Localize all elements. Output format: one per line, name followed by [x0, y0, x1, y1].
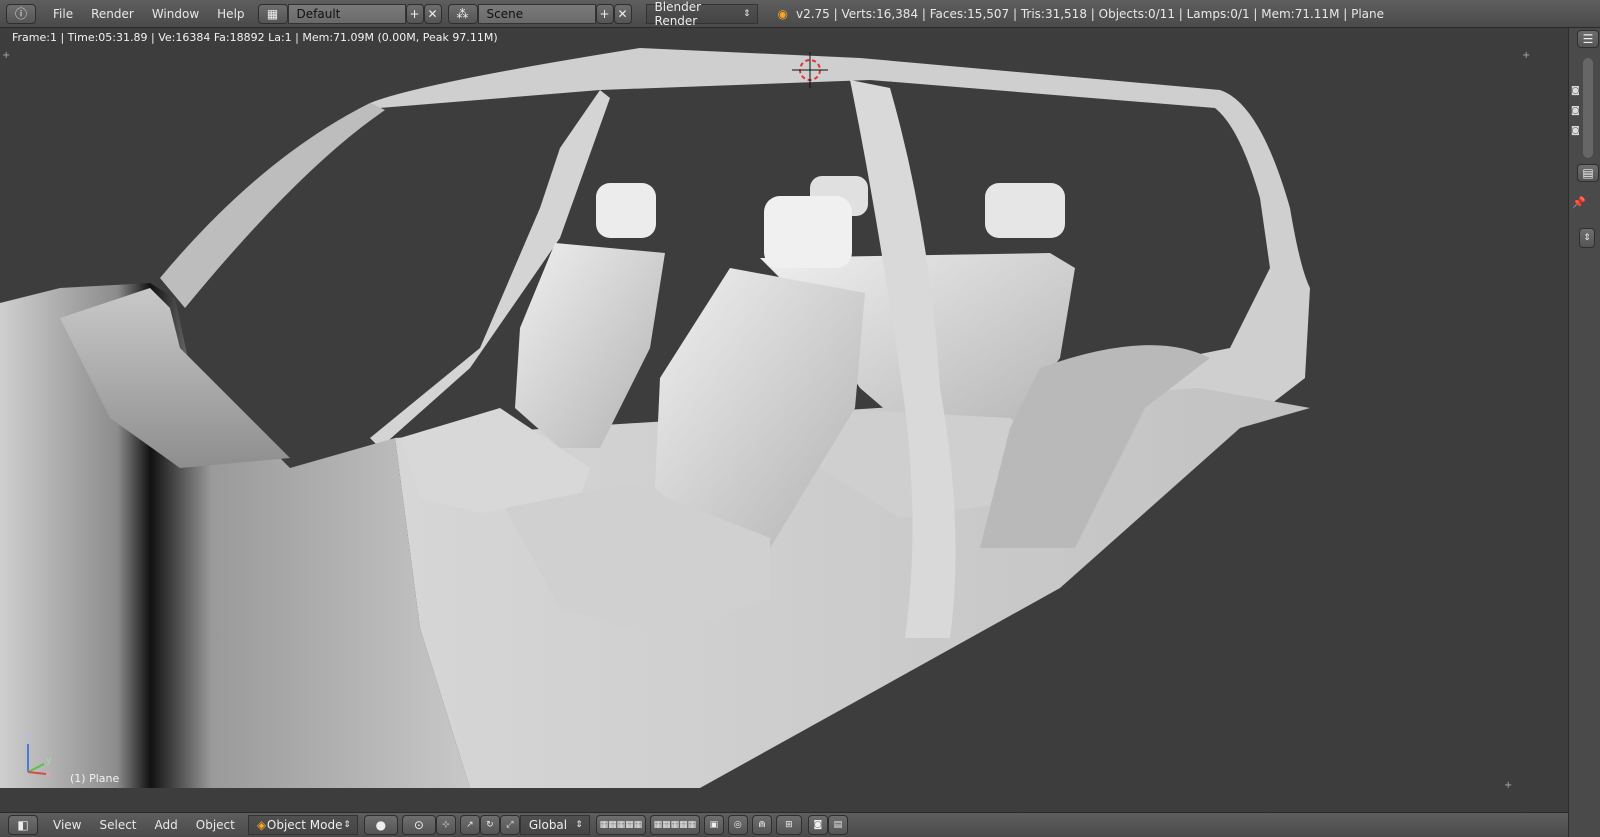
scene-icon: ⁂	[456, 6, 469, 21]
translate-icon: ↗	[466, 820, 474, 830]
interaction-mode-value: Object Mode	[266, 818, 343, 832]
transform-orientation-select[interactable]: Global ⇕	[519, 815, 590, 835]
car-interior-model	[0, 48, 1310, 788]
rotate-icon: ↻	[486, 820, 494, 830]
properties-icon: ▤	[1582, 166, 1594, 180]
close-icon: ✕	[427, 6, 438, 21]
properties-editor-button[interactable]: ▤	[1577, 164, 1599, 182]
proportional-edit-toggle[interactable]: ◎	[727, 815, 748, 835]
layers-icon: ▦▦▦▦▦	[653, 820, 697, 830]
menu-help[interactable]: Help	[208, 4, 253, 24]
chevron-updown-icon: ⇕	[575, 820, 583, 830]
layers-grid[interactable]: ▦▦▦▦▦	[595, 815, 646, 835]
scale-manipulator-button[interactable]: ⤢	[499, 815, 520, 835]
axis-y-label: y	[46, 756, 52, 766]
add-layout-button[interactable]: +	[405, 3, 424, 24]
active-object-label: (1) Plane	[70, 772, 120, 785]
add-scene-button[interactable]: +	[595, 3, 614, 24]
info-header: ⓘ File Render Window Help ▦ Default + ✕ …	[0, 0, 1600, 28]
layers-icon: ▦▦▦▦▦	[599, 820, 643, 830]
close-icon: ✕	[617, 6, 628, 21]
snap-element-icon: ⊞	[785, 820, 793, 830]
screen-layout-browse-button[interactable]: ▦	[257, 3, 288, 24]
lock-icon: ▣	[709, 820, 719, 830]
area-corner-plus-icon[interactable]: +	[1522, 50, 1530, 61]
menu-add[interactable]: Add	[146, 815, 187, 835]
object-mode-icon: ◈	[256, 818, 267, 832]
viewport-info-text: Frame:1 | Time:05:31.89 | Ve:16384 Fa:18…	[12, 31, 498, 44]
outliner-scrollbar[interactable]	[1583, 58, 1593, 158]
plus-icon: +	[409, 6, 420, 21]
transform-orientation-value: Global	[528, 818, 568, 832]
menu-window[interactable]: Window	[143, 4, 208, 24]
manipulator-icon: ⊹	[442, 820, 450, 830]
translate-manipulator-button[interactable]: ↗	[459, 815, 480, 835]
menu-object[interactable]: Object	[187, 815, 244, 835]
snap-toggle[interactable]: ⋒	[751, 815, 772, 835]
3d-viewport[interactable]: Frame:1 | Time:05:31.89 | Ve:16384 Fa:18…	[0, 28, 1568, 812]
3d-cursor-icon	[792, 52, 828, 88]
clapper-icon: ▤	[833, 820, 843, 830]
screen-layout-field[interactable]: Default	[287, 3, 406, 24]
solid-shading-icon: ●	[375, 818, 387, 832]
blender-logo-icon: ◉	[777, 6, 788, 21]
remove-scene-button[interactable]: ✕	[613, 3, 632, 24]
chevron-updown-icon: ⇕	[742, 8, 751, 19]
cube-icon: ◧	[17, 818, 29, 832]
snap-element-select[interactable]: ⊞	[775, 815, 802, 835]
outliner-editor-button[interactable]: ☰	[1577, 30, 1599, 48]
proportional-icon: ◎	[733, 820, 742, 830]
editor-type-button[interactable]: ⓘ	[6, 3, 36, 24]
chevron-updown-icon: ⇕	[1583, 233, 1591, 243]
interaction-mode-select[interactable]: ◈ Object Mode ⇕	[247, 815, 358, 835]
axis-x-label: x	[46, 770, 52, 780]
render-image-button[interactable]: ◙	[807, 815, 828, 835]
3d-view-header: ◧ View Select Add Object ◈ Object Mode ⇕…	[0, 812, 1568, 837]
remove-layout-button[interactable]: ✕	[423, 3, 442, 24]
render-engine-select[interactable]: Blender Render ⇕	[645, 0, 758, 28]
camera-icon[interactable]: ◙	[1571, 126, 1580, 136]
plus-icon: +	[599, 6, 610, 21]
menu-view[interactable]: View	[44, 815, 90, 835]
pivot-point-select[interactable]: ⊙	[401, 815, 436, 835]
camera-icon: ◙	[813, 820, 823, 830]
pin-icon[interactable]: 📌	[1572, 196, 1586, 209]
camera-icon[interactable]: ◙	[1571, 86, 1580, 96]
menu-select[interactable]: Select	[90, 815, 145, 835]
editor-type-button[interactable]: ◧	[8, 815, 38, 835]
scene-stats: v2.75 | Verts:16,384 | Faces:15,507 | Tr…	[796, 6, 1385, 21]
manipulator-toggle[interactable]: ⊹	[435, 815, 456, 835]
layers-grid[interactable]: ▦▦▦▦▦	[649, 815, 700, 835]
menu-file[interactable]: File	[44, 4, 82, 24]
menu-render[interactable]: Render	[82, 4, 143, 24]
area-corner-plus-icon[interactable]: +	[1504, 780, 1512, 791]
scene-browse-button[interactable]: ⁂	[447, 3, 478, 24]
properties-context-button[interactable]: ⇕	[1579, 228, 1595, 248]
pivot-icon: ⊙	[413, 818, 424, 832]
view3d-menu: View Select Add Object	[44, 815, 244, 835]
top-menu: File Render Window Help	[44, 4, 254, 24]
axis-z-label: z	[26, 732, 31, 742]
area-corner-plus-icon[interactable]: +	[2, 50, 10, 61]
outliner-icon: ☰	[1582, 32, 1594, 46]
camera-icon[interactable]: ◙	[1571, 106, 1580, 116]
chevron-updown-icon: ⇕	[343, 820, 351, 830]
viewport-shading-select[interactable]: ●	[363, 815, 398, 835]
render-engine-value: Blender Render	[654, 0, 702, 28]
render-animation-button[interactable]: ▤	[827, 815, 848, 835]
right-editor-strip: ☰ ◙ ◙ ◙ ▤ 📌 ⇕	[1568, 28, 1600, 837]
info-icon: ⓘ	[14, 6, 27, 21]
rotate-manipulator-button[interactable]: ↻	[479, 815, 500, 835]
magnet-icon: ⋒	[758, 820, 766, 830]
scene-field[interactable]: Scene	[477, 3, 596, 24]
layout-grid-icon: ▦	[266, 6, 279, 21]
lock-camera-toggle[interactable]: ▣	[703, 815, 724, 835]
scale-icon: ⤢	[506, 820, 514, 830]
